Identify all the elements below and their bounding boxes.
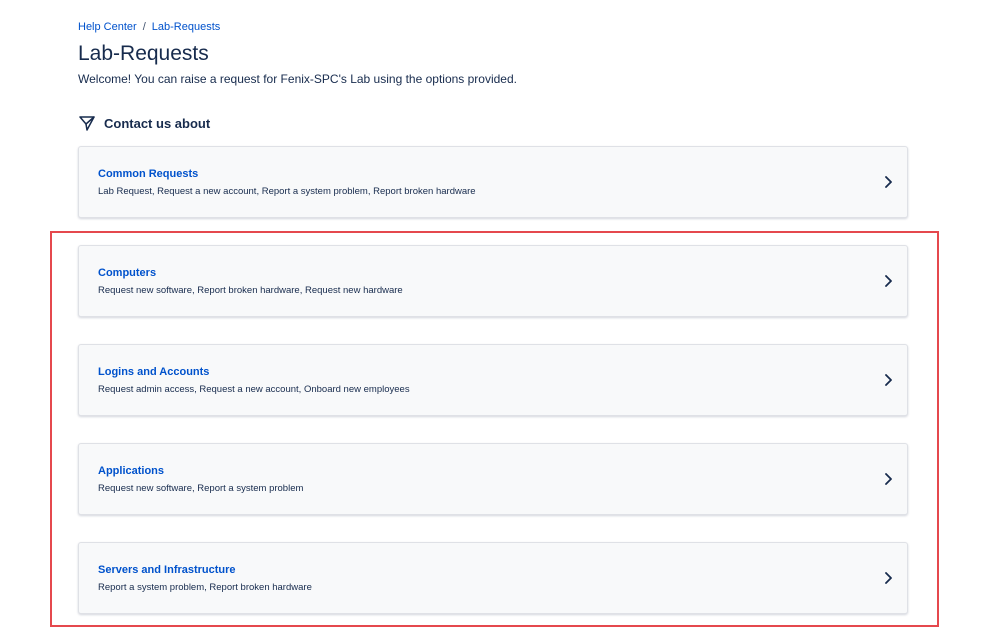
chevron-right-icon bbox=[883, 571, 893, 585]
welcome-text: Welcome! You can raise a request for Fen… bbox=[78, 72, 517, 86]
request-card-computers[interactable]: Computers Request new software, Report b… bbox=[78, 245, 908, 317]
card-title: Computers bbox=[98, 267, 157, 279]
section-heading: Contact us about bbox=[78, 114, 210, 132]
paper-plane-icon bbox=[78, 114, 96, 132]
card-title: Applications bbox=[98, 465, 165, 477]
request-card-common-requests[interactable]: Common Requests Lab Request, Request a n… bbox=[78, 146, 908, 218]
chevron-right-icon bbox=[883, 373, 893, 387]
breadcrumb: Help Center / Lab-Requests bbox=[78, 20, 220, 34]
page-title: Lab-Requests bbox=[78, 42, 209, 65]
card-title: Logins and Accounts bbox=[98, 366, 210, 378]
card-description: Report a system problem, Report broken h… bbox=[98, 582, 312, 593]
chevron-right-icon bbox=[883, 472, 893, 486]
request-card-servers-and-infrastructure[interactable]: Servers and Infrastructure Report a syst… bbox=[78, 542, 908, 614]
chevron-right-icon bbox=[883, 175, 893, 189]
request-card-logins-and-accounts[interactable]: Logins and Accounts Request admin access… bbox=[78, 344, 908, 416]
card-description: Lab Request, Request a new account, Repo… bbox=[98, 186, 476, 197]
card-title: Servers and Infrastructure bbox=[98, 564, 236, 576]
card-description: Request new software, Report a system pr… bbox=[98, 483, 304, 494]
card-description: Request new software, Report broken hard… bbox=[98, 285, 403, 296]
card-description: Request admin access, Request a new acco… bbox=[98, 384, 410, 395]
section-heading-label: Contact us about bbox=[104, 115, 211, 131]
card-title: Common Requests bbox=[98, 168, 199, 180]
breadcrumb-separator: / bbox=[142, 21, 146, 33]
chevron-right-icon bbox=[883, 274, 893, 288]
breadcrumb-help-center[interactable]: Help Center bbox=[78, 20, 137, 34]
request-card-applications[interactable]: Applications Request new software, Repor… bbox=[78, 443, 908, 515]
breadcrumb-lab-requests[interactable]: Lab-Requests bbox=[152, 20, 221, 34]
